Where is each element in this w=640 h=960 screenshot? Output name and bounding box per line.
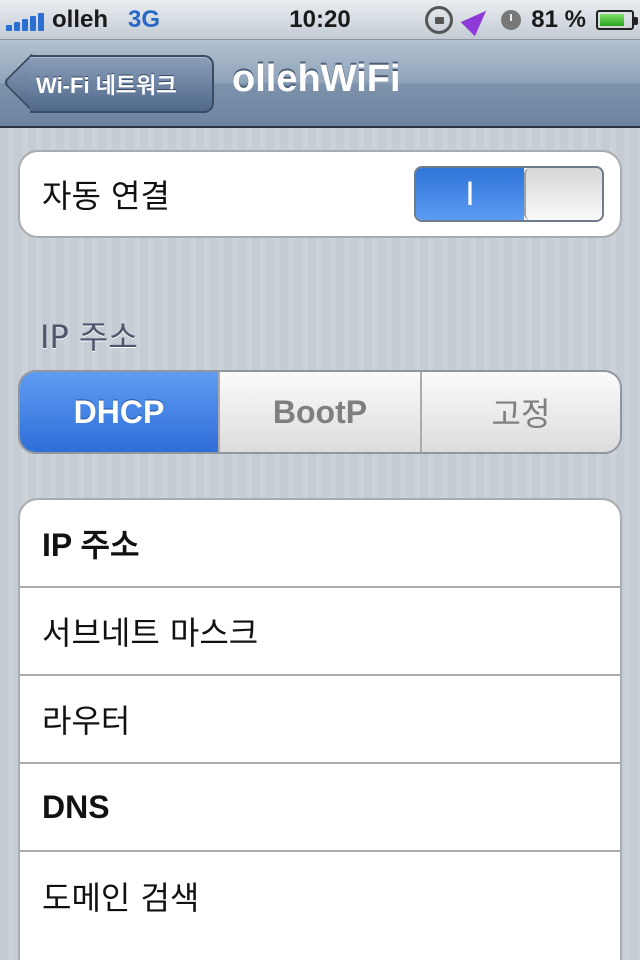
auto-connect-group: 자동 연결 I [18,150,622,238]
toggle-on-label: I [416,168,524,220]
segment-dhcp[interactable]: DHCP [20,372,220,452]
toggle-knob[interactable] [524,168,602,220]
ip-mode-segmented-control[interactable]: DHCP BootP 고정 [18,370,622,454]
segment-static[interactable]: 고정 [422,372,620,452]
subnet-mask-row[interactable]: 서브네트 마스크 [20,588,620,676]
ip-section-header: IP 주소 [40,318,138,356]
segment-bootp[interactable]: BootP [220,372,422,452]
page-title: ollehWiFi [232,58,401,100]
dns-row[interactable]: DNS [20,764,620,852]
navigation-bar: Wi-Fi 네트워크 ollehWiFi [0,40,640,128]
location-arrow-icon [461,3,494,37]
auto-connect-label: 자동 연결 [42,177,170,215]
ip-details-group: IP 주소 서브네트 마스크 라우터 DNS 도메인 검색 [18,498,622,960]
router-row[interactable]: 라우터 [20,676,620,764]
battery-icon [596,10,638,30]
battery-percentage: 81 % [531,6,586,33]
back-button-label: Wi-Fi 네트워크 [36,73,177,98]
search-domains-row[interactable]: 도메인 검색 [20,852,620,940]
back-button[interactable]: Wi-Fi 네트워크 [30,55,214,113]
rotation-lock-icon [425,6,454,34]
status-bar: olleh 3G 10:20 81 % [0,0,640,40]
auto-connect-toggle[interactable]: I [414,166,604,222]
ip-address-row[interactable]: IP 주소 [20,500,620,588]
alarm-icon [501,10,522,30]
